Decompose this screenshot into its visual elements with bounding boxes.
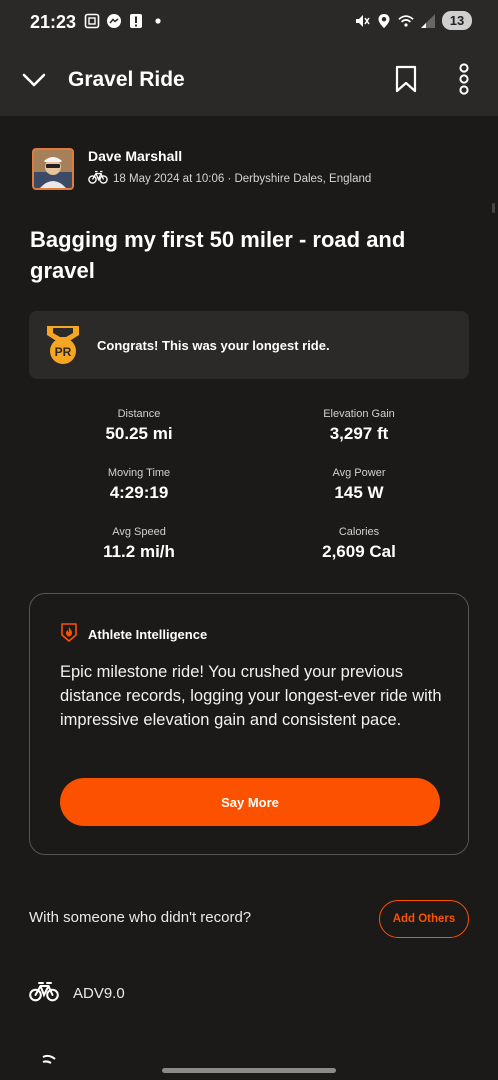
athlete-name[interactable]: Dave Marshall bbox=[88, 148, 182, 164]
stat-calories: Calories 2,609 Cal bbox=[249, 526, 469, 562]
stat-label: Distance bbox=[117, 408, 161, 420]
add-others-button[interactable]: Add Others bbox=[379, 900, 469, 938]
more-vertical-icon[interactable] bbox=[454, 63, 474, 95]
medal-icon: PR bbox=[43, 325, 83, 365]
status-bar: 21:23 13 bbox=[0, 0, 498, 46]
scrollbar[interactable] bbox=[492, 203, 495, 213]
chevron-down-icon[interactable] bbox=[20, 68, 48, 92]
stat-label: Avg Power bbox=[332, 467, 386, 479]
wifi-icon bbox=[398, 13, 414, 29]
athlete-intelligence-icon bbox=[60, 622, 78, 647]
stat-avg-power: Avg Power 145 W bbox=[249, 467, 469, 503]
activity-date-location: 18 May 2024 at 10:06 · Derbyshire Dales,… bbox=[113, 172, 372, 185]
stat-value: 50.25 mi bbox=[105, 424, 173, 443]
avatar[interactable] bbox=[32, 148, 74, 190]
mute-icon bbox=[354, 13, 370, 29]
stat-elevation-gain: Elevation Gain 3,297 ft bbox=[249, 408, 469, 444]
page-title: Gravel Ride bbox=[68, 68, 185, 91]
home-indicator[interactable] bbox=[162, 1068, 336, 1073]
athlete-intelligence-title: Athlete Intelligence bbox=[88, 627, 208, 642]
stat-value: 2,609 Cal bbox=[322, 542, 396, 561]
status-right-icons: 13 bbox=[354, 11, 472, 30]
pr-card: PR Congrats! This was your longest ride. bbox=[29, 311, 469, 379]
alert-icon bbox=[128, 13, 144, 29]
bike-icon bbox=[88, 170, 108, 187]
stat-label: Moving Time bbox=[107, 467, 171, 479]
stat-label: Elevation Gain bbox=[323, 408, 395, 420]
status-time: 21:23 bbox=[30, 12, 77, 32]
gear-name: ADV9.0 bbox=[73, 985, 125, 1002]
athlete-intelligence-header: Athlete Intelligence bbox=[60, 622, 207, 647]
gear-row[interactable]: ADV9.0 bbox=[29, 980, 125, 1007]
stat-moving-time: Moving Time 4:29:19 bbox=[29, 467, 249, 503]
location-icon bbox=[376, 13, 392, 29]
medal-label: PR bbox=[55, 345, 72, 359]
battery-badge: 13 bbox=[442, 11, 472, 30]
stat-value: 11.2 mi/h bbox=[103, 542, 175, 561]
status-left-icons bbox=[84, 13, 166, 29]
athlete-intelligence-card: Athlete Intelligence Epic milestone ride… bbox=[29, 593, 469, 855]
athlete-intelligence-summary: Epic milestone ride! You crushed your pr… bbox=[60, 663, 442, 729]
stat-value: 4:29:19 bbox=[109, 483, 169, 502]
stat-label: Avg Speed bbox=[112, 526, 166, 538]
pr-message: Congrats! This was your longest ride. bbox=[97, 338, 330, 353]
say-more-button[interactable]: Say More bbox=[60, 778, 440, 826]
stat-distance: Distance 50.25 mi bbox=[29, 408, 249, 444]
bookmark-icon[interactable] bbox=[394, 65, 418, 93]
stat-value: 145 W bbox=[334, 483, 384, 502]
athlete-header[interactable]: Dave Marshall 18 May 2024 at 10:06 · Der… bbox=[32, 146, 472, 194]
signal-arc-icon bbox=[41, 1052, 57, 1064]
with-someone-prompt: With someone who didn't record? bbox=[29, 909, 252, 926]
activity-title: Bagging my first 50 miler - road and gra… bbox=[30, 227, 406, 283]
bike-icon bbox=[29, 980, 59, 1007]
screenshot-icon bbox=[84, 13, 100, 29]
app-bar: Gravel Ride bbox=[0, 46, 498, 116]
signal-icon bbox=[420, 13, 436, 29]
stat-avg-speed: Avg Speed 11.2 mi/h bbox=[29, 526, 249, 562]
stat-label: Calories bbox=[338, 526, 380, 538]
activity-meta: 18 May 2024 at 10:06 · Derbyshire Dales,… bbox=[88, 170, 371, 187]
stat-value: 3,297 ft bbox=[329, 424, 389, 443]
messenger-icon bbox=[106, 13, 122, 29]
dot-icon bbox=[150, 13, 166, 29]
stats-grid: Distance 50.25 mi Elevation Gain 3,297 f… bbox=[29, 402, 469, 572]
